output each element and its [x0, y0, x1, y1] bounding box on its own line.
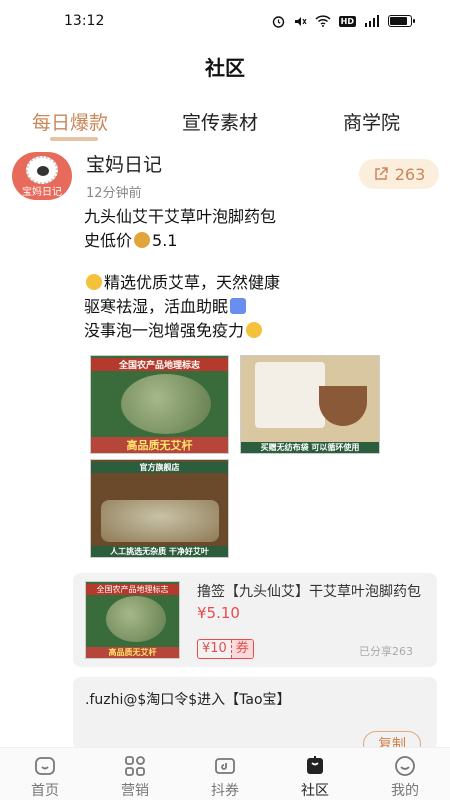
tab-business-school[interactable]: 商学院: [343, 108, 400, 135]
ticket-icon: [215, 758, 235, 774]
post-time: 12分钟前: [86, 186, 142, 201]
post-price: 5.1: [152, 231, 178, 250]
nav-home[interactable]: 首页: [0, 748, 90, 800]
bottom-nav: 首页 营销 抖券 社区 我的: [0, 747, 450, 800]
post-line: 精选优质艾草，天然健康: [104, 273, 281, 292]
nav-label: 营销: [121, 783, 149, 799]
clapping-icon: [86, 274, 102, 290]
foot-tub-image: [101, 500, 219, 542]
product-name: 撸签【九头仙艾】干艾草叶泡脚药包: [197, 584, 421, 600]
nav-community[interactable]: 社区: [270, 748, 360, 800]
profile-icon: [395, 756, 415, 776]
cloth-bag-image: [255, 362, 325, 428]
bowl-image: [319, 386, 367, 426]
post-line: 没事泡一泡增强免疫力: [84, 321, 245, 340]
battery-level: [390, 17, 407, 25]
share-count: 263: [394, 164, 426, 184]
nav-label: 社区: [301, 783, 329, 799]
nav-label: 我的: [391, 783, 419, 799]
hd-badge: HD: [338, 15, 356, 27]
home-icon: [35, 757, 55, 775]
post-author[interactable]: 宝妈日记: [86, 150, 162, 177]
post-image-2[interactable]: 买赠无纺布袋 可以循环使用: [240, 355, 380, 454]
copy-card: .fuzhi@$淘口令$进入【Tao宝】 复制: [73, 677, 437, 757]
post-body: 九头仙艾干艾草叶泡脚药包 史低价 5.1 精选优质艾草，天然健康 驱寒祛湿，活血助…: [84, 205, 384, 343]
money-bag-icon: [134, 232, 151, 248]
mugwort-leaves-image: [121, 374, 211, 434]
muscle-icon: [246, 322, 263, 338]
avatar[interactable]: 宝妈日记: [12, 152, 72, 200]
nav-douquan[interactable]: 抖券: [180, 748, 270, 800]
community-icon: [307, 756, 323, 774]
thumb-banner: 全国农产品地理标志: [86, 584, 179, 595]
product-card[interactable]: 全国农产品地理标志 高品质无艾杆 撸签【九头仙艾】干艾草叶泡脚药包 ¥5.10 …: [73, 573, 437, 667]
grid-icon: [125, 756, 145, 776]
post-line: 九头仙艾干艾草叶泡脚药包: [84, 207, 277, 226]
post-line: 驱寒祛湿，活血助眠: [84, 297, 229, 316]
shared-count: 已分享263: [359, 645, 413, 658]
status-bar: 13:12 HD: [0, 0, 450, 42]
coupon-tag: 券: [230, 640, 253, 658]
tab-promo-materials[interactable]: 宣传素材: [182, 108, 258, 135]
post-image-3[interactable]: 官方旗舰店 人工挑选无杂质 干净好艾叶: [90, 459, 229, 558]
page-title: 社区: [205, 56, 245, 80]
image-banner: 全国农产品地理标志: [91, 358, 228, 371]
sheep-icon: [26, 156, 58, 184]
nav-profile[interactable]: 我的: [360, 748, 450, 800]
coupon-badge: ¥10 券: [197, 639, 254, 659]
active-tab-indicator: [50, 137, 98, 141]
status-time: 13:12: [64, 13, 105, 29]
nav-label: 首页: [31, 783, 59, 799]
share-icon: [374, 167, 388, 180]
image-banner: 高品质无艾杆: [91, 437, 228, 453]
image-banner: 官方旗舰店: [91, 462, 228, 473]
wifi-icon: [315, 14, 331, 28]
signal-icon: [364, 14, 380, 28]
avatar-label: 宝妈日记: [22, 187, 62, 198]
sleep-icon: [230, 298, 247, 314]
battery-icon: [388, 15, 415, 27]
product-thumbnail: 全国农产品地理标志 高品质无艾杆: [85, 581, 180, 659]
image-banner: 买赠无纺布袋 可以循环使用: [241, 442, 379, 453]
image-banner: 人工挑选无杂质 干净好艾叶: [91, 546, 228, 557]
thumb-banner: 高品质无艾杆: [86, 647, 179, 658]
coupon-amount: ¥10: [202, 641, 227, 656]
tab-daily-hot[interactable]: 每日爆款: [32, 108, 108, 135]
post-image-1[interactable]: 全国农产品地理标志 高品质无艾杆: [90, 355, 229, 454]
mute-icon: [293, 14, 307, 28]
mugwort-leaves-image: [106, 596, 166, 642]
nav-marketing[interactable]: 营销: [90, 748, 180, 800]
status-icons: HD: [272, 14, 415, 28]
share-button[interactable]: 263: [359, 159, 439, 189]
nav-label: 抖券: [211, 783, 239, 799]
product-price: ¥5.10: [197, 604, 240, 622]
post-line: 史低价: [84, 231, 133, 250]
taokouling-text: .fuzhi@$淘口令$进入【Tao宝】: [85, 692, 291, 708]
alarm-icon: [272, 14, 285, 28]
